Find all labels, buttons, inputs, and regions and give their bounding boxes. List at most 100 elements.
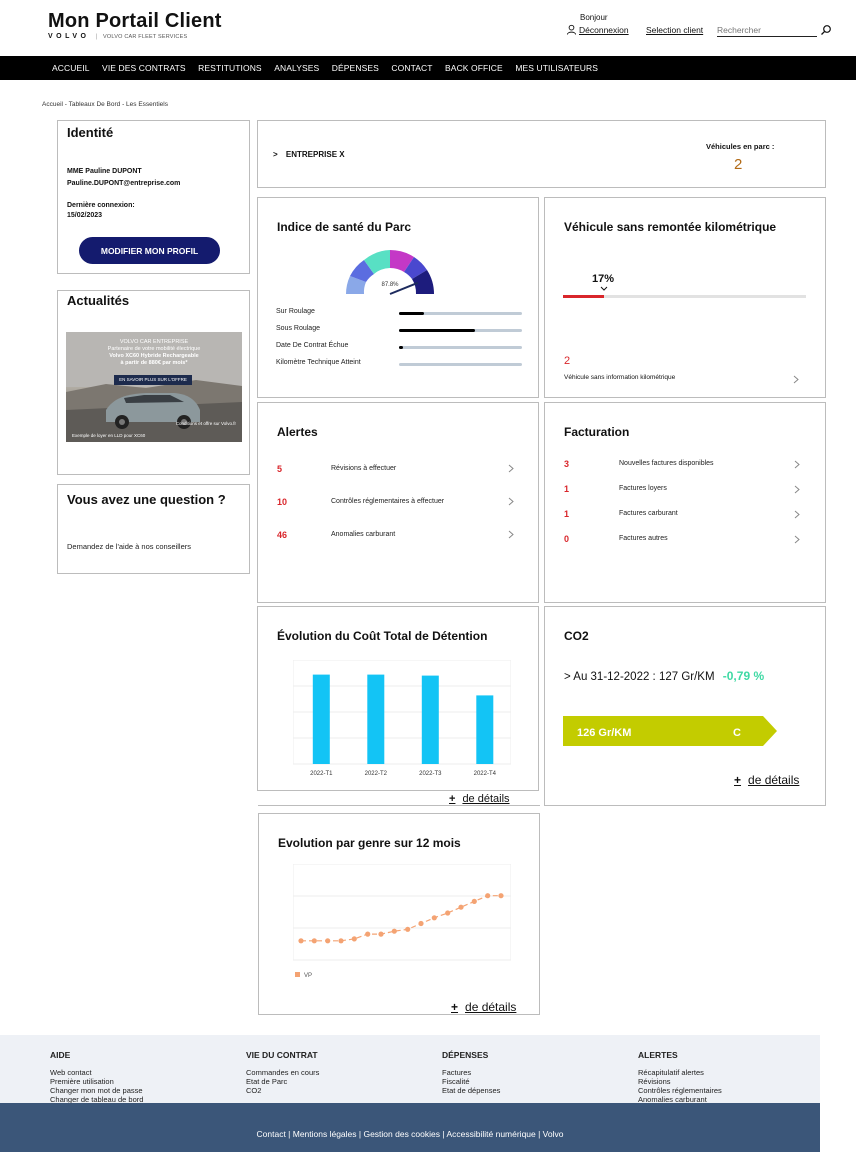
billing-label: Factures autres (619, 535, 668, 542)
search-input[interactable] (717, 23, 817, 37)
alert-label: Contrôles réglementaires à effectuer (331, 498, 445, 505)
main-nav: ACCUEIL VIE DES CONTRATS RESTITUTIONS AN… (0, 56, 856, 80)
select-client-link[interactable]: Selection client (646, 25, 703, 35)
footer-link[interactable]: Première utilisation (50, 1077, 143, 1086)
footer-link[interactable]: CO2 (246, 1086, 319, 1095)
chevron-right-icon (794, 460, 800, 469)
modify-profile-button[interactable]: MODIFIER MON PROFIL (79, 237, 220, 264)
footer-col-aide: AIDE Web contact Première utilisation Ch… (50, 1051, 143, 1105)
health-row-label: Date De Contrat Échue (276, 342, 349, 349)
user-icon (566, 24, 577, 35)
health-title: Indice de santé du Parc (277, 220, 412, 234)
health-row-label: Kilomètre Technique Atteint (276, 359, 361, 366)
nav-back-office[interactable]: BACK OFFICE (445, 63, 503, 73)
chevron-right-icon[interactable] (793, 375, 799, 384)
footer-link[interactable]: Etat de Parc (246, 1077, 319, 1086)
tco-bar (367, 674, 385, 764)
tco-card: Évolution du Coût Total de Détention 202… (257, 606, 539, 791)
chevron-right-icon (508, 530, 514, 539)
tco-details-label: de détails (462, 793, 510, 805)
billing-card: Facturation 3 Nouvelles factures disponib… (544, 402, 826, 603)
legend-swatch (295, 972, 300, 977)
news-footnote2: Exemple de loyer en LLD pour XC60 (72, 433, 146, 438)
mileage-link[interactable]: Véhicule sans information kilométrique (564, 374, 675, 381)
co2-badge-value: 126 Gr/KM (577, 727, 631, 739)
genre-details-link[interactable]: + de détails (451, 1000, 516, 1014)
news-line3: Volvo XC60 Hybride Rechargeable (109, 353, 199, 359)
billing-count: 3 (564, 459, 570, 469)
health-row-track (399, 346, 522, 349)
billing-row[interactable]: 0 Factures autres (545, 534, 825, 548)
billing-row[interactable]: 1 Factures loyers (545, 484, 825, 498)
search-icon[interactable] (820, 24, 832, 36)
health-row-fill (399, 312, 424, 315)
billing-row[interactable]: 1 Factures carburant (545, 509, 825, 523)
billing-label: Factures loyers (619, 485, 667, 492)
news-banner[interactable]: VOLVO CAR ENTREPRISE Partenaire de votre… (66, 332, 242, 442)
civility: MME (67, 168, 84, 175)
tco-tick-label: 2022-T2 (365, 771, 388, 777)
tco-details-link[interactable]: + de détails (449, 793, 510, 805)
news-text: VOLVO CAR ENTREPRISE Partenaire de votre… (66, 339, 242, 367)
plus-icon: + (451, 1000, 459, 1014)
tco-tick-label: 2022-T4 (474, 771, 497, 777)
alerts-card: Alertes 5 Révisions à effectuer 10 Contrôle… (257, 402, 539, 603)
footer: AIDE Web contact Première utilisation Ch… (0, 1035, 820, 1105)
greeting: Bonjour (580, 13, 608, 22)
footer-link[interactable]: Fiscalité (442, 1077, 500, 1086)
billing-label: Factures carburant (619, 510, 678, 517)
genre-point (498, 893, 504, 899)
footer-link[interactable]: Récapitulatif alertes (638, 1068, 722, 1077)
question-help-link[interactable]: Demandez de l'aide à nos conseillers (67, 542, 191, 551)
chevron-right-icon (508, 497, 514, 506)
news-cta-button[interactable]: EN SAVOIR PLUS SUR L'OFFRE (114, 375, 192, 385)
alert-row[interactable]: 46 Anomalies carburant (258, 530, 538, 544)
nav-contact[interactable]: CONTACT (391, 63, 432, 73)
health-row-label: Sous Roulage (276, 325, 320, 332)
nav-depenses[interactable]: DÉPENSES (332, 63, 379, 73)
nav-restitutions[interactable]: RESTITUTIONS (198, 63, 262, 73)
footer-link[interactable]: Changer mon mot de passe (50, 1086, 143, 1095)
nav-vie-des-contrats[interactable]: VIE DES CONTRATS (102, 63, 186, 73)
footer-link[interactable]: Etat de dépenses (442, 1086, 500, 1095)
news-footnote1: Conditions et offre sur Volvo.fr (175, 421, 236, 426)
footer-link[interactable]: Commandes en cours (246, 1068, 319, 1077)
alert-count: 5 (277, 464, 283, 474)
health-card: Indice de santé du Parc 87.8% Sur Roulag… (257, 197, 539, 398)
genre-series-line (301, 895, 501, 942)
footer-link[interactable]: Web contact (50, 1068, 143, 1077)
genre-point (431, 915, 437, 921)
company-selector[interactable]: > ENTREPRISE X (273, 150, 345, 159)
footer-link[interactable]: Révisions (638, 1077, 722, 1086)
billing-count: 1 (564, 509, 570, 519)
logout-link[interactable]: Déconnexion (566, 24, 629, 35)
billing-title: Facturation (564, 425, 630, 439)
footer-link[interactable]: Contrôles réglementaires (638, 1086, 722, 1095)
news-line2: Partenaire de votre mobilité électrique (107, 346, 201, 352)
identity-title: Identité (67, 125, 114, 140)
footer-col-depenses: DÉPENSES Factures Fiscalité Etat de dépe… (442, 1051, 500, 1096)
nav-accueil[interactable]: ACCUEIL (52, 63, 90, 73)
footer-link[interactable]: Factures (442, 1068, 500, 1077)
footer-col-vie-du-contrat: VIE DU CONTRAT Commandes en cours Etat d… (246, 1051, 319, 1096)
health-row-fill (399, 329, 475, 332)
health-gauge: 87.8% (346, 249, 435, 298)
alert-row[interactable]: 10 Contrôles réglementaires à effectuer (258, 497, 538, 511)
tco-bar-chart: 2022-T1 2022-T2 2022-T3 2022-T4 (293, 660, 511, 777)
tco-bar (312, 674, 330, 764)
last-login-date: 15/02/2023 (67, 212, 103, 219)
genre-point (445, 910, 451, 916)
health-row-track (399, 363, 522, 366)
nav-mes-utilisateurs[interactable]: MES UTILISATEURS (515, 63, 598, 73)
alert-row[interactable]: 5 Révisions à effectuer (258, 464, 538, 478)
news-title: Actualités (67, 293, 130, 308)
company-name: ENTREPRISE X (285, 150, 345, 159)
genre-title: Evolution par genre sur 12 mois (278, 836, 461, 850)
portal-title: Mon Portail Client (48, 10, 222, 32)
billing-row[interactable]: 3 Nouvelles factures disponibles (545, 459, 825, 473)
genre-point (351, 936, 357, 942)
nav-analyses[interactable]: ANALYSES (274, 63, 319, 73)
legal-links-bar[interactable]: Contact | Mentions légales | Gestion des… (0, 1103, 820, 1152)
co2-details-link[interactable]: + de détails (734, 773, 799, 787)
genre-point (298, 938, 304, 944)
